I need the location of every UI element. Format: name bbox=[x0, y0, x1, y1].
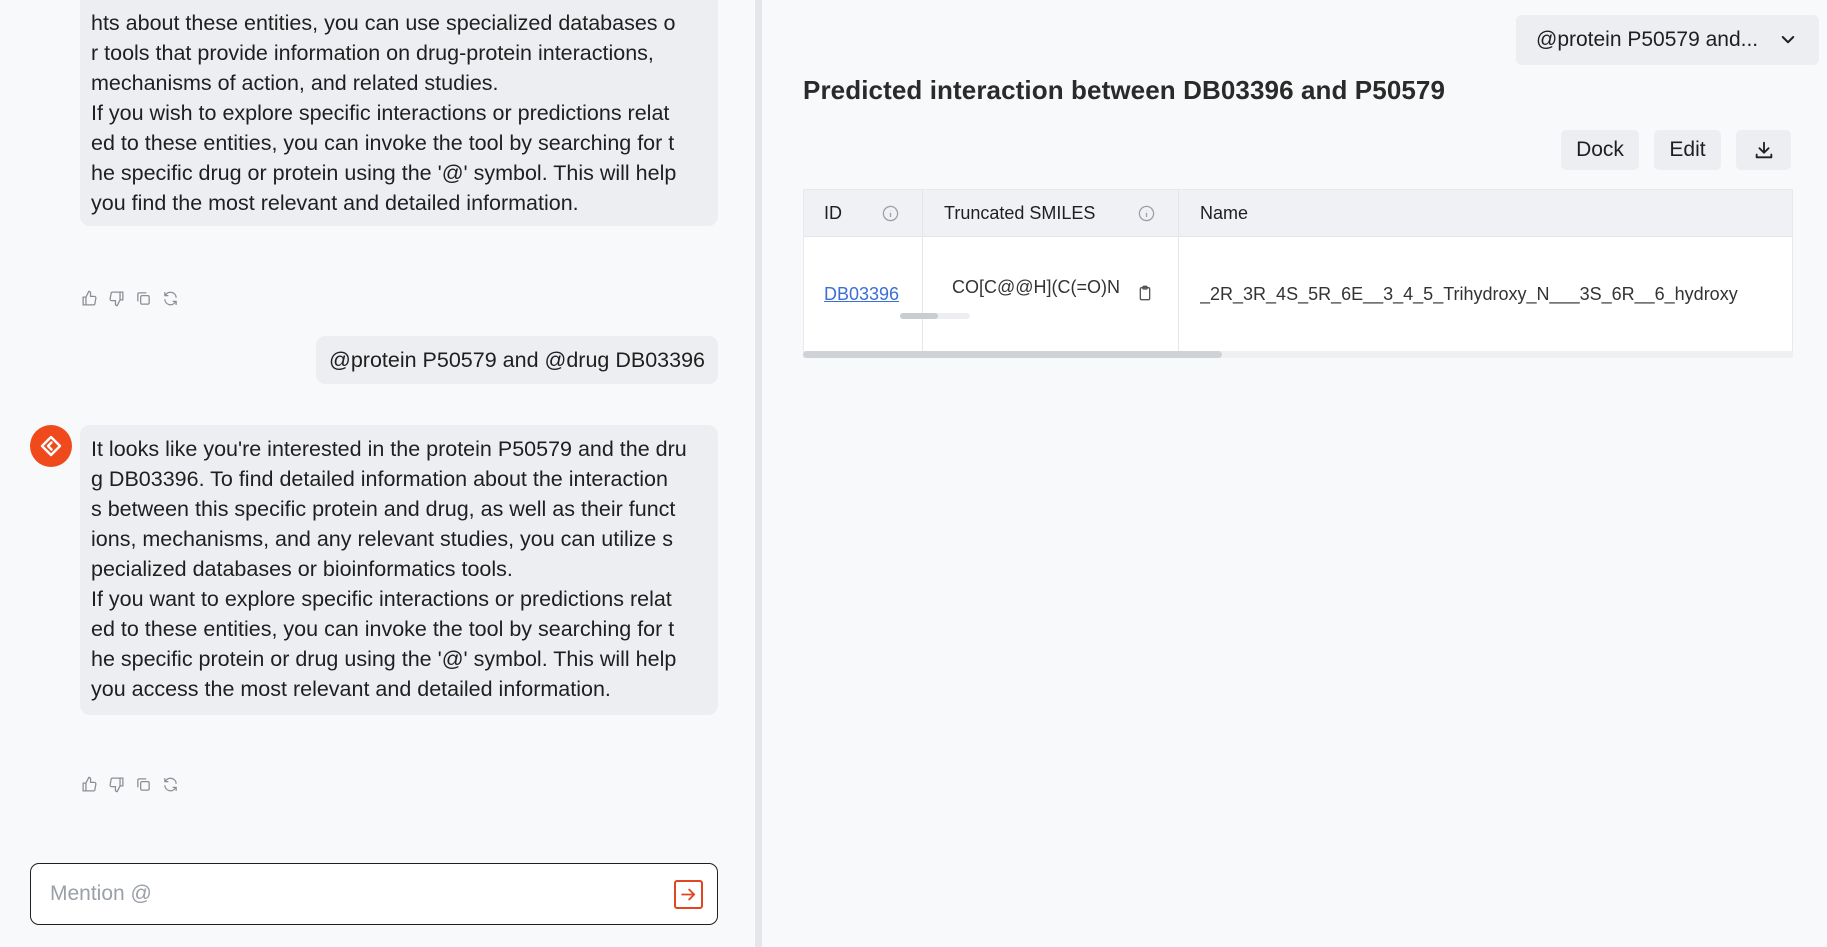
table-cell-name: _2R_3R_4S_5R_6E__3_4_5_Trihydroxy_N___3S… bbox=[1200, 237, 1792, 351]
message-line: ions, mechanisms, and any relevant studi… bbox=[91, 527, 673, 551]
cell-scrollbar[interactable] bbox=[900, 313, 970, 319]
edit-button[interactable]: Edit bbox=[1654, 130, 1721, 170]
message-line: you access the most relevant and detaile… bbox=[91, 677, 611, 701]
assistant-avatar bbox=[30, 425, 72, 467]
column-header-name[interactable]: Name bbox=[1200, 190, 1248, 237]
column-divider bbox=[922, 190, 923, 351]
message-line: s between this specific protein and drug… bbox=[91, 497, 676, 521]
table-scrollbar-thumb[interactable] bbox=[803, 351, 1222, 358]
message-line: g DB03396. To find detailed information … bbox=[91, 467, 668, 491]
message-actions bbox=[80, 289, 180, 308]
mention-input[interactable] bbox=[50, 879, 650, 909]
regenerate-icon[interactable] bbox=[161, 289, 180, 308]
download-button[interactable] bbox=[1736, 130, 1791, 170]
table-cell-id: DB03396 bbox=[824, 237, 899, 351]
assistant-message: hts about these entities, you can use sp… bbox=[80, 0, 718, 226]
chevron-down-icon bbox=[1781, 36, 1795, 44]
assistant-message: It looks like you're interested in the p… bbox=[80, 425, 718, 715]
panel-divider[interactable] bbox=[755, 0, 762, 947]
message-line: hts about these entities, you can use sp… bbox=[91, 11, 676, 35]
arrow-right-icon bbox=[681, 888, 696, 901]
message-line: pecialized databases or bioinformatics t… bbox=[91, 557, 513, 581]
message-line: If you wish to explore specific interact… bbox=[91, 101, 670, 125]
message-line: It looks like you're interested in the p… bbox=[91, 437, 687, 461]
cell-scrollbar-thumb[interactable] bbox=[900, 313, 938, 319]
column-divider bbox=[1178, 190, 1179, 351]
logo-icon bbox=[40, 435, 62, 457]
message-line: If you want to explore specific interact… bbox=[91, 587, 672, 611]
message-line: ed to these entities, you can invoke the… bbox=[91, 131, 675, 155]
result-panel: @protein P50579 and... Predicted interac… bbox=[762, 0, 1827, 947]
message-composer bbox=[30, 863, 718, 925]
dock-button[interactable]: Dock bbox=[1561, 130, 1639, 170]
chat-panel: hts about these entities, you can use sp… bbox=[0, 0, 755, 947]
download-icon bbox=[1755, 141, 1772, 159]
thumbs-down-icon[interactable] bbox=[107, 289, 126, 308]
message-line: r tools that provide information on drug… bbox=[91, 41, 654, 65]
message-text: @protein P50579 and @drug DB03396 bbox=[329, 348, 705, 372]
info-icon[interactable] bbox=[882, 205, 899, 222]
table-cell-smiles: CO[C@@H](C(=O)N bbox=[952, 230, 1132, 345]
context-dropdown-value: @protein P50579 and... bbox=[1536, 28, 1759, 51]
drug-id-link[interactable]: DB03396 bbox=[824, 284, 899, 305]
page-title: Predicted interaction between DB03396 an… bbox=[803, 75, 1446, 105]
context-dropdown[interactable]: @protein P50579 and... bbox=[1516, 15, 1819, 65]
clipboard-icon[interactable] bbox=[1137, 284, 1153, 302]
message-line: he specific protein or drug using the '@… bbox=[91, 647, 677, 671]
table-horizontal-scrollbar[interactable] bbox=[803, 351, 1793, 358]
user-message: @protein P50579 and @drug DB03396 bbox=[316, 336, 718, 384]
thumbs-up-icon[interactable] bbox=[80, 775, 99, 794]
column-header-id[interactable]: ID bbox=[824, 190, 842, 237]
copy-icon[interactable] bbox=[134, 775, 153, 794]
message-actions bbox=[80, 775, 180, 794]
name-text: _2R_3R_4S_5R_6E__3_4_5_Trihydroxy_N___3S… bbox=[1200, 284, 1738, 304]
regenerate-icon[interactable] bbox=[161, 775, 180, 794]
info-icon[interactable] bbox=[1138, 205, 1155, 222]
message-line: mechanisms of action, and related studie… bbox=[91, 71, 499, 95]
thumbs-up-icon[interactable] bbox=[80, 289, 99, 308]
copy-icon[interactable] bbox=[134, 289, 153, 308]
thumbs-down-icon[interactable] bbox=[107, 775, 126, 794]
message-line: he specific drug or protein using the '@… bbox=[91, 161, 677, 185]
send-button[interactable] bbox=[674, 880, 703, 909]
results-table: ID Truncated SMILES Name DB03396 CO[C@@H… bbox=[803, 189, 1793, 352]
message-line: ed to these entities, you can invoke the… bbox=[91, 617, 675, 641]
smiles-text: CO[C@@H](C(=O)N bbox=[952, 277, 1121, 297]
message-line: you find the most relevant and detailed … bbox=[91, 191, 579, 215]
